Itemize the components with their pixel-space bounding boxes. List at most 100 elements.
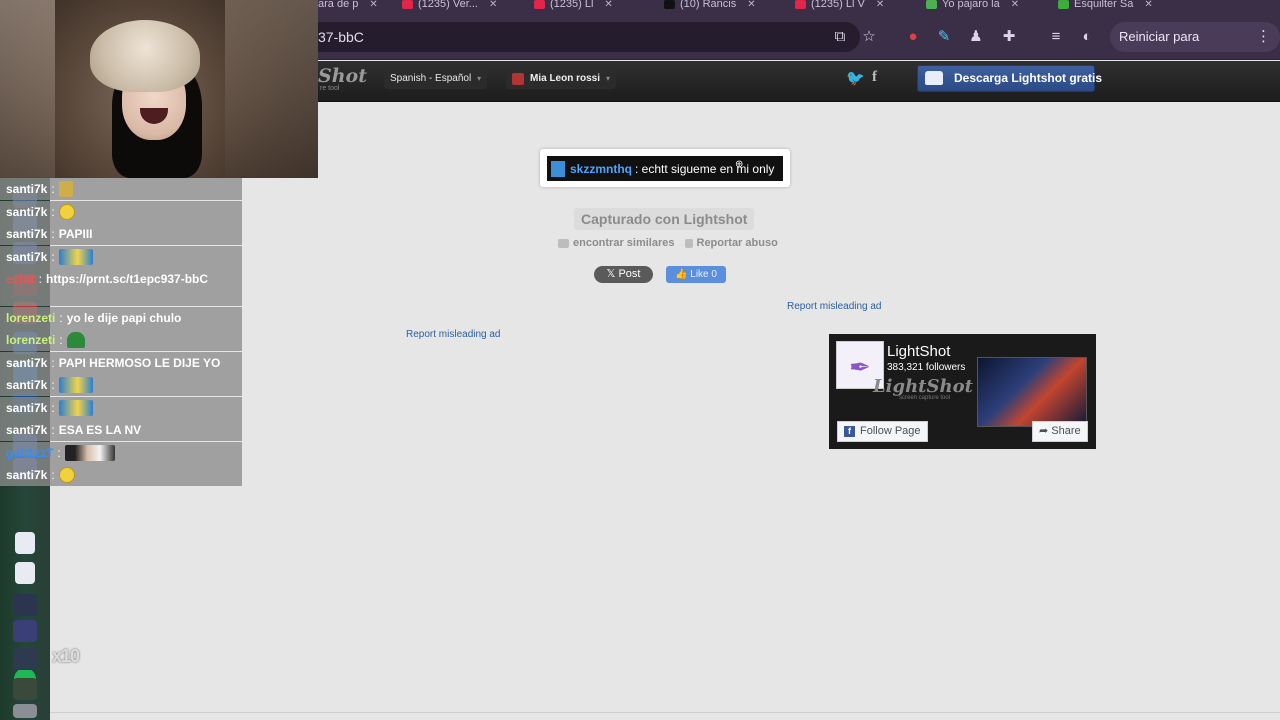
profile-avatar-icon[interactable]: ◐ — [1076, 27, 1098, 47]
brand-logo-text: LightShot — [873, 376, 973, 397]
chat-message: lorenzeti: — [0, 329, 242, 351]
share-arrow-icon: ➦ — [1039, 425, 1052, 437]
language-select[interactable]: Spanish - Español ▾ — [384, 69, 488, 89]
restart-to-update-button[interactable]: Reiniciar para actualizar ⋮ — [1110, 22, 1280, 74]
browser-tab[interactable]: (10) Rancis ✕ — [664, 0, 756, 12]
smiley-emote-icon — [58, 203, 75, 220]
chat-message: santi7k: PAPI HERMOSO LE DIJE YO — [0, 351, 242, 374]
pikachu-emote-icon — [58, 399, 93, 416]
webcam-overlay — [0, 0, 318, 178]
chat-overlay: santi7k: santi7k: santi7k: PAPIII santi7k… — [0, 178, 242, 487]
close-tab-icon[interactable]: ✕ — [369, 0, 377, 10]
close-tab-icon[interactable]: ✕ — [604, 0, 612, 10]
document-icon[interactable] — [15, 532, 35, 554]
screenshot-username: skzzmnthq — [570, 161, 633, 176]
browser-tab[interactable]: (1235) Ver... ✕ — [402, 0, 497, 12]
facebook-page-widget[interactable]: ✒ LightShot 383,321 followers LightShot … — [829, 334, 1096, 449]
find-similar-link[interactable]: encontrar similares — [558, 237, 675, 249]
close-tab-icon[interactable]: ✕ — [1011, 0, 1019, 10]
site-logo[interactable]: Shot — [318, 65, 367, 87]
chat-message: gab1zzT: — [0, 441, 242, 464]
bookmark-star-icon[interactable]: ☆ — [858, 27, 880, 47]
browser-tab[interactable]: (1235) Ll ✕ — [534, 0, 613, 12]
pikachu-emote-icon — [58, 377, 93, 393]
chat-message: santi7k: — [0, 464, 242, 486]
tab-favicon-icon — [1058, 0, 1069, 9]
chat-message: santi7k: PAPIII — [0, 223, 242, 245]
follower-count: 383,321 followers — [887, 362, 966, 373]
brand-tagline: screen capture tool — [899, 395, 951, 401]
install-app-icon[interactable]: ⧉ — [829, 27, 851, 47]
pikachu-emote-icon — [58, 248, 93, 265]
document-icon[interactable] — [15, 562, 35, 584]
camera-icon — [558, 238, 569, 248]
omnibox[interactable] — [300, 22, 860, 52]
screenshot-image[interactable]: skzzmnthq : echtt sigueme en mi only — [540, 149, 790, 187]
app-icon[interactable] — [13, 620, 37, 642]
twitter-icon[interactable]: 🐦 — [846, 69, 865, 87]
tab-favicon-icon — [795, 0, 806, 9]
chat-message: echtt: https://prnt.sc/t1epc937-bbC — [0, 268, 242, 306]
chat-message: santi7k: — [0, 200, 242, 223]
app-icon[interactable] — [13, 678, 37, 700]
follow-page-button[interactable]: f Follow Page — [837, 421, 928, 442]
app-icon[interactable] — [13, 648, 37, 670]
flag-icon — [684, 238, 693, 248]
report-misleading-ad-link[interactable]: Report misleading ad — [406, 329, 501, 340]
report-misleading-ad-link[interactable]: Report misleading ad — [787, 301, 882, 312]
close-tab-icon[interactable]: ✕ — [489, 0, 497, 10]
download-cloud-icon — [925, 71, 943, 85]
tab-favicon-icon — [402, 0, 413, 9]
chat-message: santi7k: — [0, 178, 242, 200]
webcam-background — [0, 0, 55, 178]
close-tab-icon[interactable]: ✕ — [876, 0, 884, 10]
photo-emote-icon — [64, 444, 115, 461]
browser-tab[interactable]: Yo pajaro la ✕ — [926, 0, 1019, 12]
mouse-cursor-icon: ⊕ — [735, 159, 744, 170]
url-text[interactable]: 37-bbC — [318, 28, 364, 46]
extension-penguin-icon[interactable]: ♟ — [965, 27, 987, 47]
extension-adblock-icon[interactable]: ● — [902, 27, 924, 47]
emote-icon — [58, 181, 73, 197]
browser-tab[interactable]: Esquilter Sa ✕ — [1058, 0, 1153, 12]
tab-favicon-icon — [664, 0, 675, 9]
browser-tab[interactable]: ara de p ✕ — [318, 0, 378, 12]
page-title[interactable]: LightShot — [887, 343, 950, 360]
divider — [50, 712, 1280, 713]
chat-message: santi7k: ESA ES LA NV — [0, 419, 242, 441]
screenshot-content: skzzmnthq : echtt sigueme en mi only — [547, 156, 783, 181]
webcam-background — [225, 0, 318, 178]
extensions-puzzle-icon[interactable]: ✚ — [998, 27, 1020, 47]
chat-message: lorenzeti: yo le dije papi chulo — [0, 306, 242, 329]
multiplier-label: x10 — [52, 646, 80, 666]
extension-translate-icon[interactable]: ✎ — [933, 27, 955, 47]
close-tab-icon[interactable]: ✕ — [1144, 0, 1152, 10]
media-queue-icon[interactable]: ≡ — [1045, 27, 1067, 47]
app-icon[interactable] — [13, 594, 37, 616]
smiley-emote-icon — [58, 467, 75, 483]
screenshot-message: : echtt sigueme en mi only — [635, 161, 775, 176]
x-post-button[interactable]: 𝕏 Post — [594, 266, 653, 283]
facebook-icon[interactable]: f — [872, 69, 877, 86]
image-actions: encontrar similares Reportar abuso — [558, 237, 778, 249]
download-lightshot-button[interactable]: Descarga Lightshot gratis — [917, 65, 1102, 92]
report-abuse-link[interactable]: Reportar abuso — [684, 237, 778, 249]
chat-badge-icon — [551, 160, 565, 177]
browser-tab[interactable]: (1235) Ll V ✕ — [795, 0, 884, 12]
facebook-like-button[interactable]: 👍 Like 0 — [666, 266, 726, 283]
chat-message: santi7k: — [0, 374, 242, 396]
chevron-down-icon: ▾ — [477, 74, 482, 83]
tab-favicon-icon — [534, 0, 545, 9]
user-menu[interactable]: Mia Leon rossi ▾ — [506, 69, 617, 89]
trash-icon[interactable] — [13, 704, 37, 718]
close-tab-icon[interactable]: ✕ — [747, 0, 755, 10]
captured-with-lightshot-label: Capturado con Lightshot — [574, 208, 755, 230]
chevron-down-icon: ▾ — [606, 74, 611, 83]
x-logo-icon: 𝕏 — [606, 268, 619, 280]
share-button[interactable]: ➦ Share — [1032, 421, 1088, 442]
feather-icon: ✒ — [849, 352, 871, 382]
site-logo-tagline: re tool — [320, 85, 340, 92]
more-menu-icon[interactable]: ⋮ — [1256, 22, 1271, 52]
tab-favicon-icon — [926, 0, 937, 9]
thumbs-up-icon: 👍 — [675, 269, 691, 280]
